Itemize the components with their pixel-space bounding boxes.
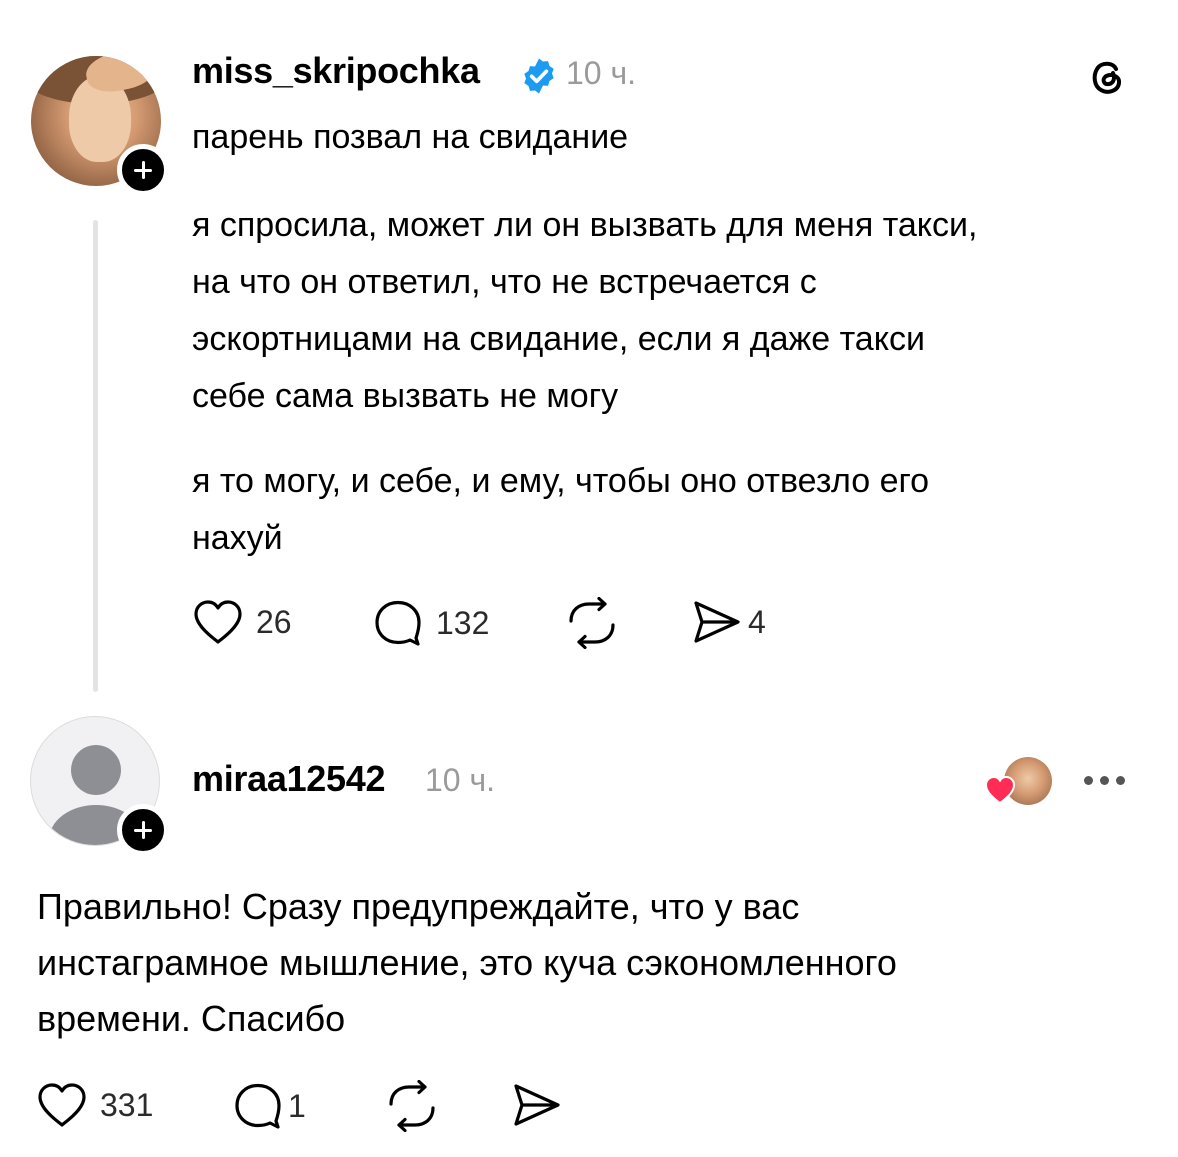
threads-logo-icon[interactable] [1085, 54, 1129, 98]
thread-connector-line [93, 220, 98, 692]
like-button[interactable]: 26 [192, 598, 292, 646]
send-icon [694, 601, 740, 643]
reply-timestamp: 10 ч. [425, 762, 496, 798]
send-icon [514, 1084, 560, 1126]
reply-text-line: времени. Спасибо [37, 998, 346, 1039]
heart-icon [984, 775, 1016, 805]
speech-bubble-icon [235, 1083, 281, 1129]
reply-repost-button[interactable] [385, 1080, 439, 1132]
post-timestamp: 10 ч. [566, 55, 637, 91]
reply-button[interactable]: 132 [372, 598, 489, 648]
post-text-line: парень позвал на свидание [192, 118, 629, 156]
reply-like-button[interactable]: 331 [36, 1081, 153, 1129]
follow-reply-author-button[interactable] [117, 804, 169, 856]
repost-icon [389, 1080, 435, 1132]
reply-text-line: инстаграмное мышление, это куча сэкономл… [37, 942, 897, 983]
heart-icon [38, 1083, 86, 1127]
post-text-line: эскортницами на свидание, если я даже та… [192, 320, 925, 358]
author-username[interactable]: miss_skripochka [192, 50, 480, 92]
repost-button[interactable] [565, 597, 619, 649]
reply-text-line: Правильно! Сразу предупреждайте, что у в… [37, 886, 800, 927]
follow-author-button[interactable] [117, 144, 169, 196]
like-count: 26 [256, 603, 292, 640]
post-text-line: на что он ответил, что не встречается с [192, 263, 817, 301]
post-text-line: я спросила, может ли он вызвать для меня… [192, 206, 978, 244]
post-text-line: я то могу, и себе, и ему, чтобы оно отве… [192, 462, 930, 500]
reply-username[interactable]: miraa12542 [192, 758, 385, 800]
heart-icon [194, 600, 242, 644]
share-button[interactable]: 4 [692, 598, 766, 646]
reply-reply-count: 1 [288, 1087, 306, 1124]
repost-icon [569, 597, 615, 649]
reply-count: 132 [436, 604, 490, 641]
reply-like-count: 331 [100, 1086, 154, 1123]
share-count: 4 [748, 603, 766, 640]
more-options-icon[interactable] [1084, 776, 1125, 785]
verified-badge-icon [524, 58, 554, 94]
post-text-line: себе сама вызвать не могу [192, 377, 619, 415]
post-text-line: нахуй [192, 519, 283, 557]
speech-bubble-icon [375, 600, 421, 646]
reply-reply-button[interactable]: 1 [232, 1081, 306, 1131]
liked-by-author-indicator [984, 757, 1058, 807]
reply-share-button[interactable] [512, 1081, 562, 1129]
